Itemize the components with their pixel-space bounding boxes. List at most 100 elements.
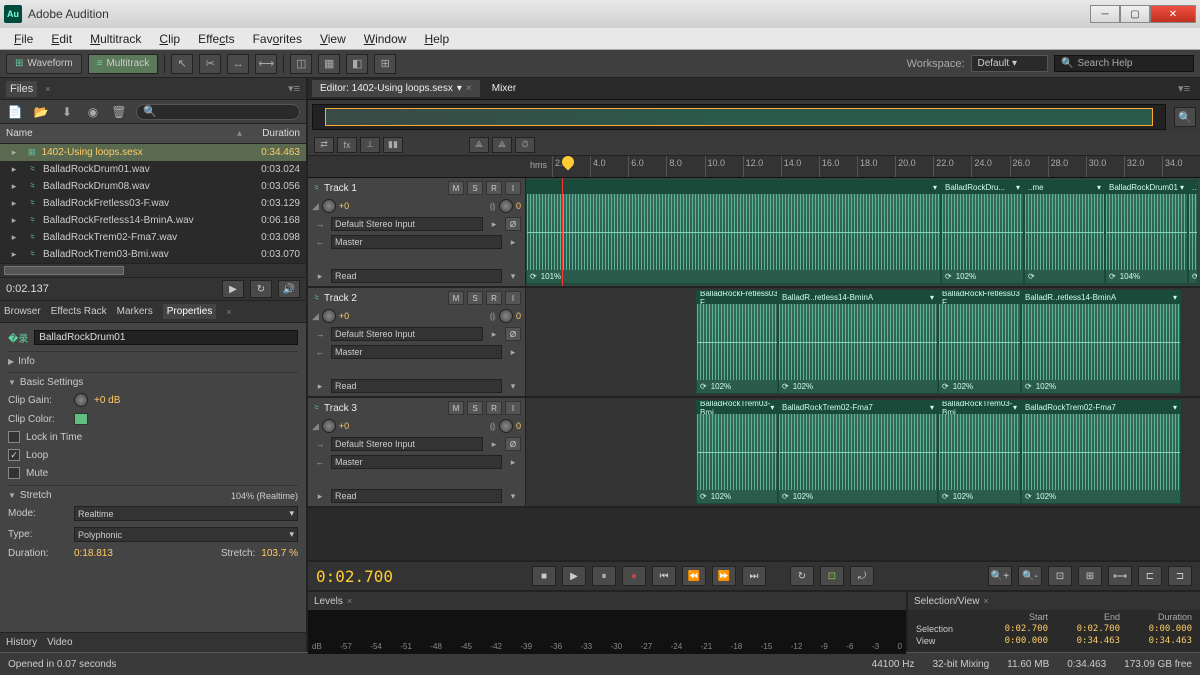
trash-icon[interactable]: 🗑 (110, 104, 128, 120)
solo-button[interactable]: S (467, 181, 483, 195)
tab-editor[interactable]: Editor: 1402-Using loops.sesx ▾ × (312, 80, 480, 97)
zoom-icon[interactable]: 🔍 (1174, 107, 1196, 127)
tab-markers[interactable]: Markers (117, 306, 153, 317)
preview-play-button[interactable]: ▶ (222, 280, 244, 298)
tool-icon[interactable]: ⊞ (374, 54, 396, 74)
minimize-button[interactable]: ─ (1090, 5, 1120, 23)
sel-end[interactable]: 0:02.700 (1056, 624, 1120, 634)
monitor-button[interactable]: I (505, 181, 521, 195)
menu-window[interactable]: Window (356, 30, 415, 48)
menu-file[interactable]: File (6, 30, 41, 48)
view-end[interactable]: 0:34.463 (1056, 636, 1120, 646)
volume-knob[interactable] (322, 419, 336, 433)
audio-clip[interactable]: ..me▾⟳ (1024, 180, 1105, 284)
tab-history[interactable]: History (6, 637, 37, 648)
basic-settings-section[interactable]: ▼Basic Settings (8, 372, 298, 390)
tab-mixer[interactable]: Mixer (484, 80, 524, 97)
file-row[interactable]: ▸⺀BalladRockTrem02-Fma7.wav0:03.098 (0, 229, 306, 246)
input-select[interactable]: Default Stereo Input (331, 437, 483, 451)
panel-menu-icon[interactable]: ▾≡ (1178, 82, 1196, 95)
clip-menu-icon[interactable]: ▾ (1013, 403, 1017, 412)
tab-properties[interactable]: Properties (163, 304, 217, 319)
arm-button[interactable]: R (486, 181, 502, 195)
file-search-input[interactable]: 🔍 (136, 104, 300, 120)
output-arrow-icon[interactable]: ← (312, 346, 328, 358)
tool-icon[interactable]: ▦ (318, 54, 340, 74)
tt-btn[interactable]: ▮▮ (383, 137, 403, 153)
zoom-icon[interactable]: ⟷ (1108, 566, 1132, 586)
stretch-icon[interactable]: ⟳ (942, 382, 949, 391)
automation-mode-select[interactable]: Read (331, 269, 502, 283)
preview-autoplay-button[interactable]: 🔊 (278, 280, 300, 298)
close-button[interactable]: ✕ (1150, 5, 1196, 23)
overview-bar[interactable] (312, 104, 1166, 130)
tool-icon[interactable]: ◧ (346, 54, 368, 74)
pan-knob[interactable] (499, 419, 513, 433)
end-button[interactable]: ⏭ (742, 566, 766, 586)
file-row[interactable]: ▸⺀BalladRockTrem03-Bmi.wav0:03.070 (0, 246, 306, 263)
output-arrow-icon[interactable]: ← (312, 236, 328, 248)
tt-btn[interactable]: ⟁ (492, 137, 512, 153)
tt-btn[interactable]: ⟁ (469, 137, 489, 153)
rewind-button[interactable]: ⏮ (652, 566, 676, 586)
solo-button[interactable]: S (467, 291, 483, 305)
file-row[interactable]: ▸⺀BalladRockFretless14-BminA.wav0:06.168 (0, 212, 306, 229)
stretch-icon[interactable]: ⟳ (782, 492, 789, 501)
zoom-sel-icon[interactable]: ⊞ (1078, 566, 1102, 586)
zoom-out-icon[interactable]: 🔍- (1018, 566, 1042, 586)
input-select[interactable]: Default Stereo Input (331, 217, 483, 231)
clip-gain-value[interactable]: +0 dB (94, 395, 120, 406)
input-arrow-icon[interactable]: → (312, 218, 328, 230)
input-arrow-icon[interactable]: → (312, 328, 328, 340)
input-arrow-icon[interactable]: → (312, 438, 328, 450)
import-icon[interactable]: ⬇ (58, 104, 76, 120)
multitrack-mode-button[interactable]: ≡ Multitrack (88, 54, 159, 74)
cd-icon[interactable]: ◉ (84, 104, 102, 120)
file-list-scrollbar[interactable] (0, 263, 306, 277)
clip-menu-icon[interactable]: ▾ (1180, 183, 1184, 192)
stretch-icon[interactable]: ⟳ (1109, 272, 1116, 281)
mute-button[interactable]: M (448, 291, 464, 305)
output-arrow-icon[interactable]: ← (312, 456, 328, 468)
open-file-icon[interactable]: 📂 (32, 104, 50, 120)
monitor-button[interactable]: I (505, 401, 521, 415)
phase-button[interactable]: Ø (505, 217, 521, 231)
input-select[interactable]: Default Stereo Input (331, 327, 483, 341)
stretch-value[interactable]: 103.7 % (261, 548, 298, 559)
tab-video[interactable]: Video (47, 637, 72, 648)
phase-button[interactable]: Ø (505, 327, 521, 341)
monitor-button[interactable]: I (505, 291, 521, 305)
timeline-ruler[interactable]: hms 2.04.06.08.010.012.014.016.018.020.0… (308, 156, 1200, 178)
audio-clip[interactable]: BalladRockTrem03-Bmi▾⟳102% (938, 400, 1021, 504)
pan-knob[interactable] (499, 309, 513, 323)
menu-clip[interactable]: Clip (151, 30, 188, 48)
clip-menu-icon[interactable]: ▾ (930, 403, 934, 412)
audio-clip[interactable]: ..me▾⟳ (1188, 180, 1198, 284)
solo-button[interactable]: S (467, 401, 483, 415)
timecode-display[interactable]: 0:02.700 (316, 567, 526, 586)
output-select[interactable]: Master (331, 345, 502, 359)
track-name[interactable]: Track 1 (324, 183, 445, 194)
audio-clip[interactable]: BalladRockTrem03-Bmi▾⟳102% (696, 400, 778, 504)
stretch-icon[interactable]: ⟳ (700, 382, 707, 391)
automation-mode-select[interactable]: Read (331, 489, 502, 503)
output-select[interactable]: Master (331, 235, 502, 249)
track-name[interactable]: Track 2 (324, 293, 445, 304)
metronome-icon[interactable]: ⏱ (515, 137, 535, 153)
clip-name-input[interactable] (34, 330, 298, 345)
audio-clip[interactable]: BalladRockFretless03-F▾⟳102% (938, 290, 1021, 394)
stretch-icon[interactable]: ⟳ (942, 492, 949, 501)
clip-menu-icon[interactable]: ▾ (1097, 183, 1101, 192)
sel-start[interactable]: 0:02.700 (984, 624, 1048, 634)
playhead-line[interactable] (562, 178, 563, 286)
phase-button[interactable]: Ø (505, 437, 521, 451)
panel-menu-icon[interactable]: ▾≡ (288, 82, 300, 95)
preview-loop-button[interactable]: ↻ (250, 280, 272, 298)
lock-checkbox[interactable] (8, 431, 20, 443)
clip-menu-icon[interactable]: ▾ (930, 293, 934, 302)
stretch-icon[interactable]: ⟳ (782, 382, 789, 391)
track-name[interactable]: Track 3 (324, 403, 445, 414)
output-select[interactable]: Master (331, 455, 502, 469)
audio-clip[interactable]: BalladR..retless14-BminA▾⟳102% (1021, 290, 1181, 394)
arm-button[interactable]: R (486, 401, 502, 415)
